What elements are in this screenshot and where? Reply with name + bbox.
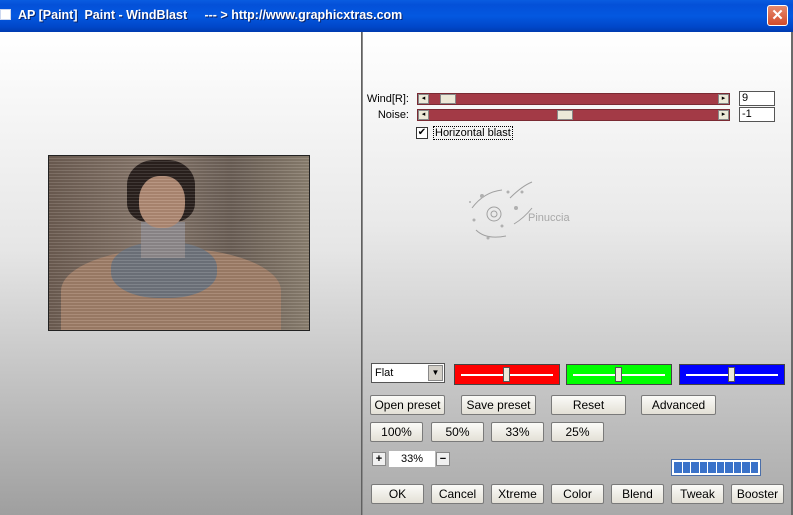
- progress-segment: [699, 462, 707, 473]
- wind-label: Wind[R]:: [366, 93, 409, 105]
- wind-value-field[interactable]: 9: [739, 91, 775, 106]
- zoom-25-button[interactable]: 25%: [551, 422, 604, 442]
- wind-slider-thumb[interactable]: [439, 94, 456, 104]
- window-title: AP [Paint] Paint - WindBlast --- > http:…: [18, 8, 403, 22]
- green-knob[interactable]: [615, 367, 622, 382]
- wind-slider[interactable]: ◂ ▸: [417, 93, 730, 105]
- zoom-50-button[interactable]: 50%: [431, 422, 484, 442]
- close-button[interactable]: ✕: [767, 5, 788, 26]
- progress-segment: [725, 462, 733, 473]
- preset-dropdown[interactable]: Flat ▼: [371, 363, 445, 383]
- red-knob[interactable]: [503, 367, 510, 382]
- watermark-text: Pinuccia: [528, 212, 570, 224]
- blue-channel-slider[interactable]: [679, 364, 785, 385]
- zoom-33-button[interactable]: 33%: [491, 422, 544, 442]
- app-icon: [0, 9, 11, 20]
- progress-segment: [742, 462, 750, 473]
- cancel-button[interactable]: Cancel: [431, 484, 484, 504]
- blue-knob[interactable]: [728, 367, 735, 382]
- preview-image: [48, 155, 310, 331]
- progress-segment: [682, 462, 690, 473]
- noise-slider[interactable]: ◂ ▸: [417, 109, 730, 121]
- progress-indicator: [671, 459, 761, 476]
- zoom-100-button[interactable]: 100%: [370, 422, 423, 442]
- noise-left-arrow[interactable]: ◂: [418, 110, 429, 120]
- horizontal-blast-checkbox[interactable]: ✔: [416, 127, 428, 139]
- green-channel-slider[interactable]: [566, 364, 672, 385]
- ok-button[interactable]: OK: [371, 484, 424, 504]
- red-channel-slider[interactable]: [454, 364, 560, 385]
- progress-segment: [733, 462, 741, 473]
- save-preset-button[interactable]: Save preset: [461, 395, 536, 415]
- progress-segment: [674, 462, 682, 473]
- noise-value-field[interactable]: -1: [739, 107, 775, 122]
- booster-button[interactable]: Booster: [731, 484, 784, 504]
- progress-segment: [750, 462, 758, 473]
- zoom-value: 33%: [389, 451, 435, 467]
- progress-segment: [708, 462, 716, 473]
- chevron-down-icon[interactable]: ▼: [428, 365, 443, 381]
- xtreme-button[interactable]: Xtreme: [491, 484, 544, 504]
- title-bar: AP [Paint] Paint - WindBlast --- > http:…: [0, 0, 793, 32]
- open-preset-button[interactable]: Open preset: [370, 395, 445, 415]
- zoom-in-button[interactable]: +: [372, 452, 386, 466]
- wind-right-arrow[interactable]: ▸: [718, 94, 729, 104]
- wind-streaks: [49, 156, 309, 330]
- noise-right-arrow[interactable]: ▸: [718, 110, 729, 120]
- advanced-button[interactable]: Advanced: [641, 395, 716, 415]
- progress-segment: [716, 462, 724, 473]
- color-button[interactable]: Color: [551, 484, 604, 504]
- preset-selected: Flat: [375, 367, 394, 379]
- noise-label: Noise:: [377, 109, 409, 121]
- zoom-out-button[interactable]: −: [436, 452, 450, 466]
- horizontal-blast-label[interactable]: Horizontal blast: [433, 126, 513, 140]
- blend-button[interactable]: Blend: [611, 484, 664, 504]
- reset-button[interactable]: Reset: [551, 395, 626, 415]
- watermark-logo: Pinuccia: [462, 178, 582, 248]
- progress-segment: [691, 462, 699, 473]
- tweak-button[interactable]: Tweak: [671, 484, 724, 504]
- noise-slider-thumb[interactable]: [557, 110, 574, 120]
- wind-left-arrow[interactable]: ◂: [418, 94, 429, 104]
